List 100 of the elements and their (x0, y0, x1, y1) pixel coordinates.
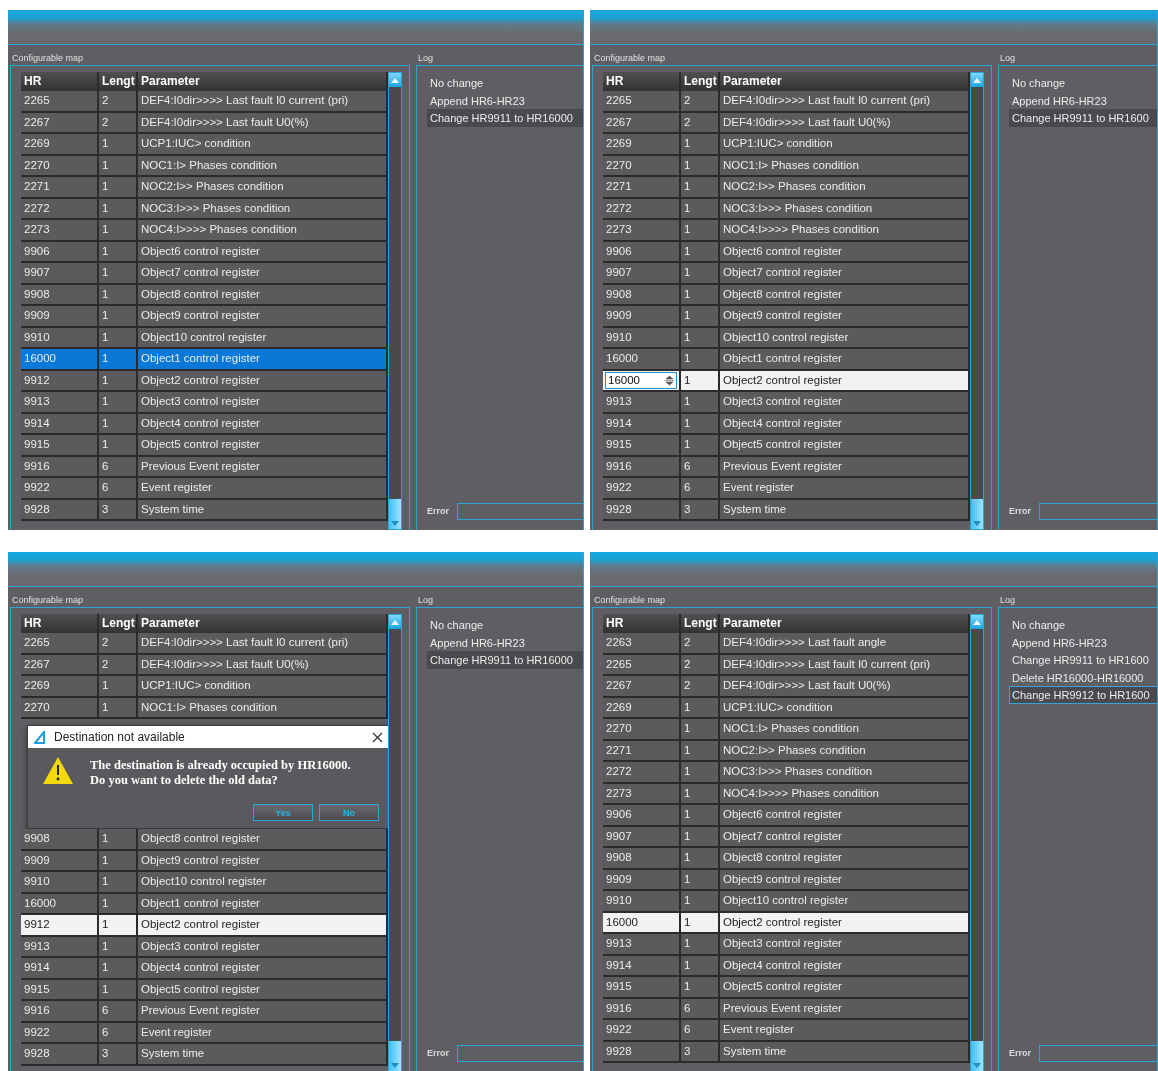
table-row[interactable]: 16000 1 Object1 control register (21, 349, 388, 371)
table-row[interactable]: 9916 6 Previous Event register (603, 998, 970, 1020)
table-row[interactable]: 2270 1 NOC1:I> Phases condition (21, 155, 388, 177)
table-row[interactable]: 2273 1 NOC4:I>>>> Phases condition (21, 220, 388, 242)
table-row[interactable]: 9908 1 Object8 control register (21, 829, 388, 851)
table-row[interactable]: 2273 1 NOC4:I>>>> Phases condition (603, 220, 970, 242)
table-row[interactable]: 2269 1 UCP1:IUC> condition (603, 134, 970, 156)
table-row[interactable]: 9928 3 System time (21, 1044, 388, 1066)
table-row[interactable]: 9907 1 Object7 control register (603, 826, 970, 848)
scroll-thumb[interactable] (971, 499, 983, 529)
scroll-thumb[interactable] (389, 499, 401, 529)
table-row[interactable]: 9922 6 Event register (21, 1022, 388, 1044)
table-row[interactable]: 2269 1 UCP1:IUC> condition (603, 697, 970, 719)
table-row[interactable]: 2271 1 NOC2:I>> Phases condition (603, 177, 970, 199)
table-row[interactable]: 9910 1 Object10 control register (21, 872, 388, 894)
table-row[interactable]: 9914 1 Object4 control register (21, 413, 388, 435)
table-row[interactable]: 9910 1 Object10 control register (603, 327, 970, 349)
table-row[interactable]: 2270 1 NOC1:I> Phases condition (21, 697, 388, 719)
table-row[interactable]: 2272 1 NOC3:I>>> Phases condition (603, 762, 970, 784)
table-row[interactable]: 9914 1 Object4 control register (21, 958, 388, 980)
table-row[interactable]: 2273 1 NOC4:I>>>> Phases condition (603, 783, 970, 805)
table-row[interactable]: 2269 1 UCP1:IUC> condition (21, 676, 388, 698)
table-row[interactable]: 9910 1 Object10 control register (603, 891, 970, 913)
log-entry[interactable]: Append HR6-HR23 (1009, 633, 1157, 651)
log-entry[interactable]: Change HR9911 to HR1600 (1009, 109, 1157, 127)
table-row[interactable]: 9928 3 System time (21, 499, 388, 521)
table-row[interactable]: 9928 3 System time (603, 499, 970, 521)
log-entry[interactable]: Append HR6-HR23 (427, 633, 583, 651)
table-row[interactable]: 2263 2 DEF4:I0dir>>>> Last fault angle (603, 633, 970, 655)
table-row[interactable]: 2269 1 UCP1:IUC> condition (21, 134, 388, 156)
table-row[interactable]: 9914 1 Object4 control register (603, 955, 970, 977)
table-row[interactable]: 9906 1 Object6 control register (603, 241, 970, 263)
table-row[interactable]: 9909 1 Object9 control register (603, 869, 970, 891)
table-row[interactable]: 2267 2 DEF4:I0dir>>>> Last fault U0(%) (21, 654, 388, 676)
log-entry[interactable]: Change HR9911 to HR16000 (427, 651, 583, 669)
table-row[interactable]: 9928 3 System time (603, 1041, 970, 1063)
table-row[interactable]: 16000 1 Object1 control register (21, 893, 388, 915)
table-row[interactable]: 9914 1 Object4 control register (603, 413, 970, 435)
log-entry[interactable]: Append HR6-HR23 (427, 91, 583, 109)
log-entry[interactable]: Change HR9911 to HR1600 (1009, 651, 1157, 669)
table-row[interactable]: 9916 6 Previous Event register (603, 456, 970, 478)
table-row[interactable]: 9912 1 Object2 control register (21, 370, 388, 392)
log-entry[interactable]: Append HR6-HR23 (1009, 91, 1157, 109)
table-row[interactable]: 2270 1 NOC1:I> Phases condition (603, 719, 970, 741)
table-row[interactable]: 9906 1 Object6 control register (603, 805, 970, 827)
table-row[interactable]: 2271 1 NOC2:I>> Phases condition (603, 740, 970, 762)
table-row[interactable]: 2267 2 DEF4:I0dir>>>> Last fault U0(%) (603, 112, 970, 134)
number-field[interactable]: 16000 (605, 371, 677, 389)
table-row[interactable]: 2272 1 NOC3:I>>> Phases condition (21, 198, 388, 220)
table-row[interactable]: 2265 2 DEF4:I0dir>>>> Last fault I0 current (pri) (603, 91, 970, 113)
table-row[interactable]: 2272 1 NOC3:I>>> Phases condition (603, 198, 970, 220)
table-row[interactable]: 16000 1 Object2 control register (603, 912, 970, 934)
table-row[interactable]: 9907 1 Object7 control register (603, 263, 970, 285)
table-row[interactable]: 16000 1 Object2 control register (603, 370, 970, 392)
table-row[interactable]: 9913 1 Object3 control register (21, 392, 388, 414)
scroll-up-button[interactable] (971, 615, 983, 629)
table-row[interactable]: 9916 6 Previous Event register (21, 456, 388, 478)
scroll-up-button[interactable] (389, 615, 401, 629)
table-row[interactable]: 9922 6 Event register (21, 478, 388, 500)
table-row[interactable]: 2271 1 NOC2:I>> Phases condition (21, 177, 388, 199)
scroll-up-button[interactable] (389, 73, 401, 87)
scroll-thumb[interactable] (389, 1041, 401, 1071)
table-row[interactable]: 9910 1 Object10 control register (21, 327, 388, 349)
table-row[interactable]: 9909 1 Object9 control register (21, 306, 388, 328)
log-entry[interactable]: No change (427, 616, 583, 634)
table-row[interactable]: 9913 1 Object3 control register (21, 936, 388, 958)
scrollbar[interactable] (970, 614, 984, 1071)
table-row[interactable]: 9913 1 Object3 control register (603, 934, 970, 956)
table-row[interactable]: 9907 1 Object7 control register (21, 263, 388, 285)
table-row[interactable]: 9908 1 Object8 control register (603, 284, 970, 306)
close-icon[interactable] (372, 731, 383, 743)
log-entry[interactable]: No change (427, 74, 583, 92)
table-row[interactable]: 16000 1 Object1 control register (603, 349, 970, 371)
table-row[interactable]: 9915 1 Object5 control register (21, 979, 388, 1001)
log-entry[interactable]: No change (1009, 616, 1157, 634)
log-entry[interactable]: Change HR9912 to HR1600 (1009, 686, 1157, 704)
scroll-thumb[interactable] (971, 1041, 983, 1071)
table-row[interactable]: 9915 1 Object5 control register (603, 977, 970, 999)
scrollbar[interactable] (970, 72, 984, 530)
table-row[interactable]: 9909 1 Object9 control register (603, 306, 970, 328)
table-row[interactable]: 2267 2 DEF4:I0dir>>>> Last fault U0(%) (603, 676, 970, 698)
table-row[interactable]: 2265 2 DEF4:I0dir>>>> Last fault I0 current (pri) (603, 654, 970, 676)
log-entry[interactable]: Delete HR16000-HR16000 (1009, 668, 1157, 686)
table-row[interactable]: 9922 6 Event register (603, 1020, 970, 1042)
scroll-up-button[interactable] (971, 73, 983, 87)
table-row[interactable]: 2265 2 DEF4:I0dir>>>> Last fault I0 current (pri) (21, 633, 388, 655)
table-row[interactable]: 9913 1 Object3 control register (603, 392, 970, 414)
table-row[interactable]: 9912 1 Object2 control register (21, 915, 388, 937)
scrollbar[interactable] (388, 72, 402, 530)
log-entry[interactable]: No change (1009, 74, 1157, 92)
scrollbar[interactable] (388, 614, 402, 1071)
table-row[interactable]: 9908 1 Object8 control register (603, 848, 970, 870)
table-row[interactable]: 9915 1 Object5 control register (21, 435, 388, 457)
log-entry[interactable]: Change HR9911 to HR16000 (427, 109, 583, 127)
table-row[interactable]: 9922 6 Event register (603, 478, 970, 500)
table-row[interactable]: 9915 1 Object5 control register (603, 435, 970, 457)
table-row[interactable]: 2265 2 DEF4:I0dir>>>> Last fault I0 current (pri) (21, 91, 388, 113)
table-row[interactable]: 2270 1 NOC1:I> Phases condition (603, 155, 970, 177)
table-row[interactable]: 9906 1 Object6 control register (21, 241, 388, 263)
spinner-icon[interactable] (665, 374, 674, 386)
